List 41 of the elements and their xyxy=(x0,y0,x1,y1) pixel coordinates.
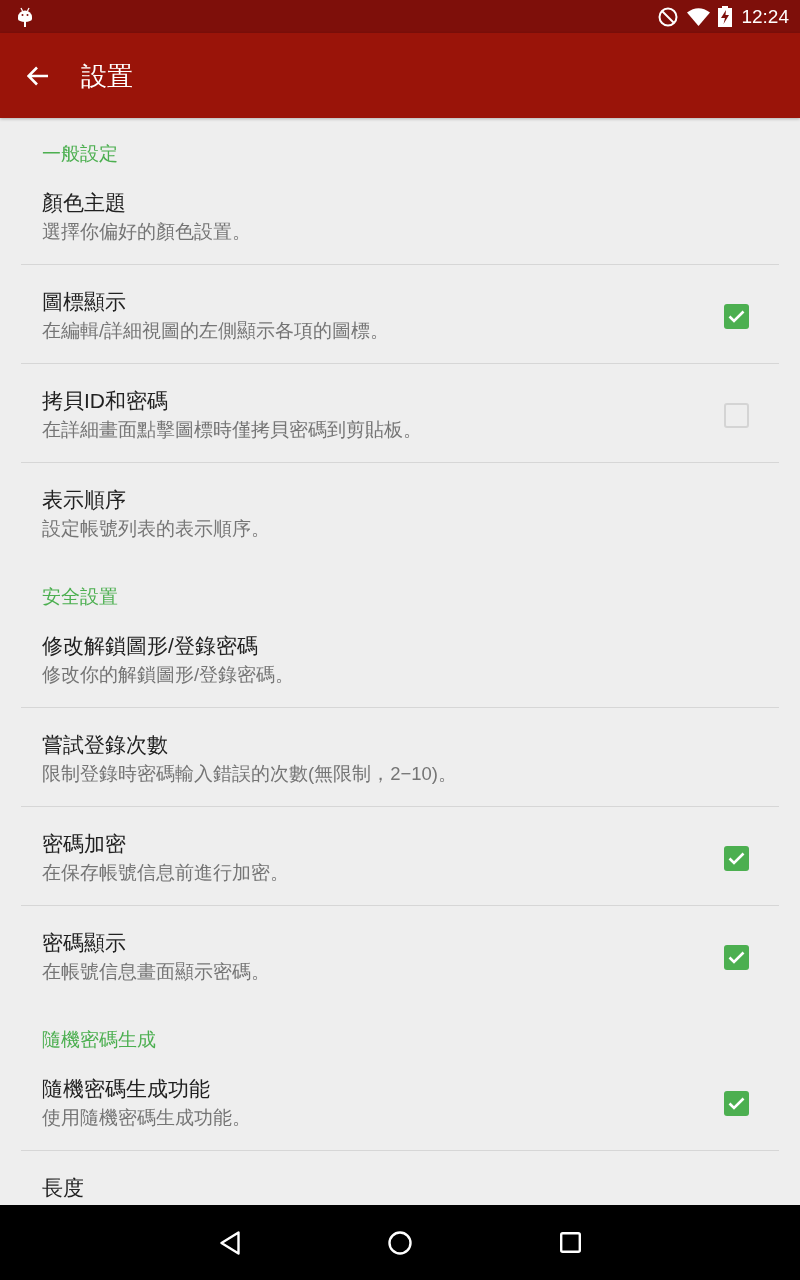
setting-summary: 在帳號信息畫面顯示密碼。 xyxy=(42,960,270,984)
setting-summary: 在詳細畫面點擊圖標時僅拷貝密碼到剪貼板。 xyxy=(42,418,422,442)
setting-summary: 在保存帳號信息前進行加密。 xyxy=(42,861,289,885)
setting-title: 密碼顯示 xyxy=(42,930,126,956)
setting-title: 長度 xyxy=(42,1175,84,1201)
back-arrow-icon xyxy=(27,65,49,86)
checkmark-icon xyxy=(728,1096,745,1110)
checkbox[interactable] xyxy=(724,845,749,871)
checkbox[interactable] xyxy=(724,303,749,329)
section-header: 一般設定 xyxy=(42,142,118,166)
setting-summary: 使用隨機密碼生成功能。 xyxy=(42,1106,251,1130)
setting-title: 顏色主題 xyxy=(42,190,126,216)
setting-title: 圖標顯示 xyxy=(42,289,126,315)
checkbox[interactable] xyxy=(724,1090,749,1116)
clock-time: 12:24 xyxy=(741,5,789,28)
android-robot-icon xyxy=(17,6,33,27)
setting-summary: 限制登錄時密碼輸入錯誤的次數(無限制，2−10)。 xyxy=(42,762,457,786)
checkbox[interactable] xyxy=(724,944,749,970)
setting-summary: 設定帳號列表的表示順序。 xyxy=(42,517,270,541)
checkmark-icon xyxy=(728,851,745,865)
wifi-icon xyxy=(687,7,711,26)
setting-title: 修改解鎖圖形/登錄密碼 xyxy=(42,633,258,659)
setting-title: 密碼加密 xyxy=(42,831,126,857)
section-header: 隨機密碼生成 xyxy=(42,1028,156,1052)
setting-summary: 修改你的解鎖圖形/登錄密碼。 xyxy=(42,663,295,687)
setting-title: 嘗試登錄次數 xyxy=(42,732,168,758)
screen-title: 設置 xyxy=(81,59,133,92)
battery-charging-icon xyxy=(718,6,733,27)
checkmark-icon xyxy=(728,950,745,964)
checkmark-icon xyxy=(728,309,745,323)
setting-summary: 選擇你偏好的顏色設置。 xyxy=(42,220,251,244)
back-triangle-icon xyxy=(220,1230,240,1255)
setting-summary: 在編輯/詳細視圖的左側顯示各項的圖標。 xyxy=(42,319,390,343)
setting-title: 拷貝ID和密碼 xyxy=(42,388,168,414)
home-circle-icon xyxy=(388,1230,412,1255)
do-not-disturb-icon xyxy=(658,6,679,27)
recents-square-icon xyxy=(559,1232,581,1253)
section-header: 安全設置 xyxy=(42,585,118,609)
checkbox[interactable] xyxy=(724,402,749,428)
setting-title: 隨機密碼生成功能 xyxy=(42,1076,210,1102)
setting-title: 表示順序 xyxy=(42,487,126,513)
